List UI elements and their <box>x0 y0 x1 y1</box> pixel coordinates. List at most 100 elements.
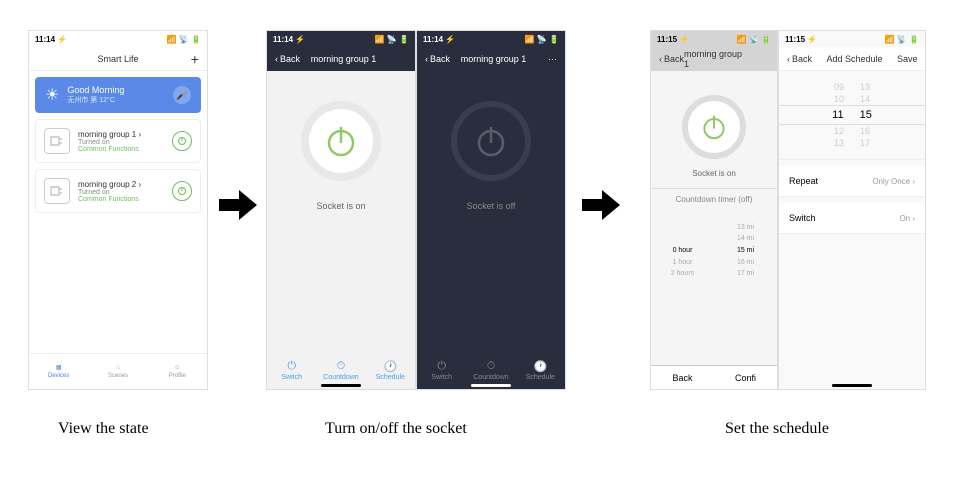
phone-socket-off: 11:14 ⚡ 📶 📡 🔋 ‹Back morning group 1 ··· … <box>416 30 566 390</box>
add-button[interactable]: + <box>179 51 199 67</box>
nav-bar: Smart Life + <box>29 47 207 71</box>
status-bar: 11:14 ⚡ 📶 📡 🔋 <box>417 31 565 47</box>
weather-banner[interactable]: ☀ Good Morning 无州市 第 12°C 🎤 <box>35 77 201 113</box>
clock-icon: 🕐 <box>366 358 415 374</box>
minute-column[interactable]: 13 mi 14 mi 15 mi 16 mi 17 mi <box>714 222 777 279</box>
mic-button[interactable]: 🎤 <box>173 86 191 104</box>
timer-icon: ⏱ <box>466 358 515 374</box>
back-button[interactable]: ‹Back <box>425 54 450 64</box>
common-functions-link[interactable]: Common Functions <box>78 146 164 153</box>
mic-icon: 🎤 <box>176 90 187 101</box>
switch-setting[interactable]: Switch On › <box>779 203 925 234</box>
status-bar: 11:14 ⚡ 📶 📡 🔋 <box>29 31 207 47</box>
chevron-left-icon: ‹ <box>275 54 278 64</box>
power-icon: ⏻ <box>417 358 466 374</box>
page-title: morning group 1 <box>311 54 377 64</box>
signal-icons: 📶 📡 🔋 <box>525 35 559 44</box>
picker-row: 1317 <box>779 137 925 149</box>
status-bar: 11:15 ⚡ 📶 📡 🔋 <box>651 31 777 47</box>
setting-value: On › <box>899 214 915 223</box>
phone-countdown: 11:15 ⚡ 📶 📡 🔋 ‹Back morning group 1 Sock… <box>650 30 778 390</box>
countdown-title: Countdown timer (off) <box>651 188 777 204</box>
time-picker[interactable]: 0 hour 1 hour 2 hours 13 mi 14 mi 15 mi … <box>651 222 777 279</box>
status-bar: 11:15 ⚡ 📶 📡 🔋 <box>779 31 925 47</box>
picker-sel: 0 hour <box>651 244 714 257</box>
phone-state: 11:14 ⚡ 📶 📡 🔋 Smart Life + ☀ Good Mornin… <box>28 30 208 390</box>
home-indicator[interactable] <box>321 384 361 387</box>
chevron-left-icon: ‹ <box>425 54 428 64</box>
plug-icon <box>44 128 70 154</box>
page-title: morning group 1 <box>461 54 527 64</box>
device-name: morning group 2 › <box>78 180 164 189</box>
power-toggle[interactable] <box>172 181 192 201</box>
chevron-left-icon: ‹ <box>659 54 662 64</box>
grid-icon: ▦ <box>56 364 62 371</box>
bottom-tabs: ⏻Switch ⏱Countdown 🕐Schedule <box>267 358 415 381</box>
signal-icons: 📶 📡 🔋 <box>375 35 409 44</box>
chevron-left-icon: ‹ <box>787 54 790 64</box>
phone-schedule: 11:15 ⚡ 📶 📡 🔋 ‹Back Add Schedule Save 09… <box>778 30 926 390</box>
arrow-icon <box>219 190 257 220</box>
status-bar: 11:14 ⚡ 📶 📡 🔋 <box>267 31 415 47</box>
device-name: morning group 1 › <box>78 130 164 139</box>
setting-label: Repeat <box>789 176 818 186</box>
power-toggle[interactable] <box>172 131 192 151</box>
picker-back[interactable]: Back <box>651 366 714 389</box>
device-status: Turned on <box>78 189 164 196</box>
device-row[interactable]: morning group 2 › Turned on Common Funct… <box>35 169 201 213</box>
sun-icon: ☀ <box>45 85 59 105</box>
common-functions-link[interactable]: Common Functions <box>78 196 164 203</box>
tab-countdown[interactable]: ⏱Countdown <box>316 358 365 381</box>
time: 11:14 ⚡ <box>35 35 67 44</box>
tab-switch[interactable]: ⏻Switch <box>267 358 316 381</box>
signal-icons: 📶 📡 🔋 <box>737 35 771 44</box>
picker-row: 1216 <box>779 125 925 137</box>
hour-column[interactable]: 0 hour 1 hour 2 hours <box>651 222 714 279</box>
app-title: Smart Life <box>97 54 138 64</box>
picker-row-selected: 1115 <box>779 105 925 125</box>
tab-switch[interactable]: ⏻Switch <box>417 358 466 381</box>
back-button[interactable]: ‹Back <box>787 54 812 64</box>
socket-state-label: Socket is on <box>651 169 777 178</box>
tab-scenes[interactable]: ⌂Scenes <box>88 354 147 389</box>
repeat-setting[interactable]: Repeat Only Once › <box>779 166 925 197</box>
picker-sel: 15 mi <box>714 244 777 257</box>
timer-icon: ⏱ <box>316 358 365 374</box>
power-button[interactable] <box>682 95 746 159</box>
power-button[interactable] <box>301 101 381 181</box>
back-button[interactable]: ‹Back <box>275 54 300 64</box>
time: 11:14 ⚡ <box>423 35 455 44</box>
caption: View the state <box>58 420 149 438</box>
nav-bar: ‹Back morning group 1 <box>267 47 415 71</box>
setting-value: Only Once › <box>872 177 915 186</box>
page-title: morning group 1 <box>684 49 749 69</box>
setting-label: Switch <box>789 213 816 223</box>
caption: Set the schedule <box>725 420 829 438</box>
device-row[interactable]: morning group 1 › Turned on Common Funct… <box>35 119 201 163</box>
picker-row: 0913 <box>779 81 925 93</box>
back-button[interactable]: ‹Back <box>659 54 684 64</box>
home-indicator[interactable] <box>832 384 872 387</box>
picker-actions: Back Confi <box>651 365 777 389</box>
plug-icon <box>44 178 70 204</box>
nav-bar: ‹Back Add Schedule Save <box>779 47 925 71</box>
time-picker[interactable]: 0913 1014 1115 1216 1317 <box>779 71 925 160</box>
bottom-tabs: ⏻Switch ⏱Countdown 🕐Schedule <box>417 358 565 381</box>
home-icon: ⌂ <box>116 365 120 371</box>
home-indicator[interactable] <box>471 384 511 387</box>
tab-profile[interactable]: ☺Profile <box>148 354 207 389</box>
tab-devices[interactable]: ▦Devices <box>29 354 88 389</box>
time: 11:14 ⚡ <box>273 35 305 44</box>
power-icon: ⏻ <box>267 358 316 374</box>
save-button[interactable]: Save <box>897 54 917 64</box>
socket-state-label: Socket is off <box>417 201 565 211</box>
nav-bar: ‹Back morning group 1 <box>651 47 777 71</box>
power-button[interactable] <box>451 101 531 181</box>
picker-confirm[interactable]: Confi <box>714 366 777 389</box>
device-status: Turned on <box>78 139 164 146</box>
tab-schedule[interactable]: 🕐Schedule <box>516 358 565 381</box>
tab-schedule[interactable]: 🕐Schedule <box>366 358 415 381</box>
profile-icon: ☺ <box>174 365 180 371</box>
more-button[interactable]: ··· <box>537 54 557 64</box>
tab-countdown[interactable]: ⏱Countdown <box>466 358 515 381</box>
